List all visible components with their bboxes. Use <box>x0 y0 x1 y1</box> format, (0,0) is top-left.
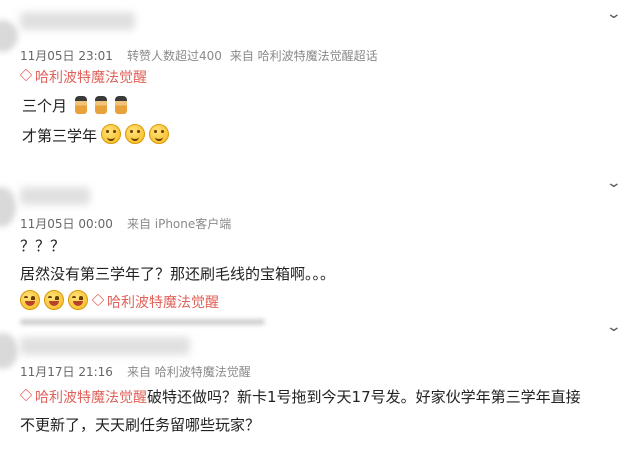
doll-emoji-icon <box>75 96 88 114</box>
emoji-topic-line: 哈利波特魔法觉醒 <box>20 290 219 312</box>
post-text-line-1: 三个月 <box>22 95 128 116</box>
post-text-line-2: 才第三学年 <box>22 124 170 146</box>
post-time: 11月05日 23:01 <box>20 49 113 63</box>
post-text-line-2: 不更新了，天天刷任务留哪些玩家？ <box>20 414 260 435</box>
topic-diamond-icon <box>91 293 105 307</box>
text: 不更新了，天天刷任务留哪些玩家？ <box>20 416 261 434</box>
laugh-emoji-icon <box>44 290 64 310</box>
text: ？？？ <box>20 237 66 255</box>
post-text-line-2: 居然没有第三学年了？那还刷毛线的宝箱啊。。。 <box>20 263 335 284</box>
post-text-line-1: ？？？ <box>20 235 65 256</box>
post-meta: 11月05日 23:01 转赞人数超过400 来自 哈利波特魔法觉醒超话 <box>20 47 378 64</box>
username-blurred[interactable] <box>20 337 190 355</box>
post-source[interactable]: 来自 哈利波特魔法觉醒超话 <box>230 49 378 63</box>
username-blurred[interactable] <box>20 187 90 205</box>
doll-emoji-icon <box>95 96 108 114</box>
post-source[interactable]: 来自 哈利波特魔法觉醒 <box>127 365 251 379</box>
topic-link[interactable]: 哈利波特魔法觉醒 <box>91 293 219 311</box>
text: 三个月 <box>22 97 68 115</box>
smile-emoji-icon <box>125 124 146 144</box>
post-time: 11月05日 00:00 <box>20 217 113 231</box>
smile-emoji-icon <box>149 124 170 144</box>
laugh-emoji-icon <box>20 290 40 310</box>
topic-diamond-icon <box>19 388 33 402</box>
topic-link[interactable]: 哈利波特魔法觉醒 <box>19 388 147 406</box>
username-blurred[interactable] <box>20 12 135 30</box>
topic-label: 哈利波特魔法觉醒 <box>107 295 219 311</box>
chevron-down-icon[interactable]: ⌄ <box>606 175 622 191</box>
post-3: ⌄ 11月17日 21:16 来自 哈利波特魔法觉醒 哈利波特魔法觉醒破特还做吗？… <box>0 315 640 452</box>
text: 才第三学年 <box>22 127 98 145</box>
topic-label: 哈利波特魔法觉醒 <box>35 390 147 406</box>
post-2: ⌄ 11月05日 00:00 来自 iPhone客户端 ？？？ 居然没有第三学年了… <box>0 175 640 315</box>
text: 居然没有第三学年了？那还刷毛线的宝箱啊。。。 <box>20 265 336 283</box>
post-source[interactable]: 来自 iPhone客户端 <box>127 217 231 231</box>
smile-emoji-icon <box>101 124 122 144</box>
chevron-down-icon[interactable]: ⌄ <box>606 319 622 335</box>
chevron-down-icon[interactable]: ⌄ <box>606 6 622 22</box>
laugh-emoji-icon <box>68 290 88 310</box>
post-meta: 11月05日 00:00 来自 iPhone客户端 <box>20 215 231 232</box>
avatar[interactable] <box>0 20 18 52</box>
post-time: 11月17日 21:16 <box>20 365 113 379</box>
topic-link[interactable]: 哈利波特魔法觉醒 <box>19 67 147 87</box>
avatar[interactable] <box>0 187 16 227</box>
post-1: ⌄ 11月05日 23:01 转赞人数超过400 来自 哈利波特魔法觉醒超话 哈利波… <box>0 0 640 175</box>
image-strip-blurred <box>20 319 265 325</box>
text: 破特还做吗？新卡1号拖到今天17号发。好家伙学年第三学年直接 <box>147 388 581 406</box>
repost-count: 转赞人数超过400 <box>126 49 222 63</box>
post-text-line-1: 哈利波特魔法觉醒破特还做吗？新卡1号拖到今天17号发。好家伙学年第三学年直接 <box>19 386 581 407</box>
topic-label: 哈利波特魔法觉醒 <box>35 70 147 86</box>
avatar[interactable] <box>0 333 18 369</box>
post-meta: 11月17日 21:16 来自 哈利波特魔法觉醒 <box>20 363 251 380</box>
topic-diamond-icon <box>19 68 33 82</box>
doll-emoji-icon <box>115 96 128 114</box>
